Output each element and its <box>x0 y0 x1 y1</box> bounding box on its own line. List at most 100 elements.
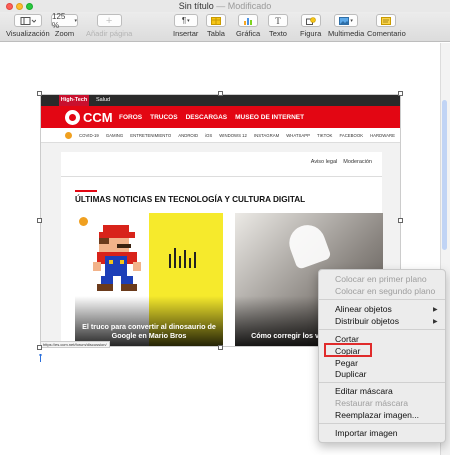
site-main-nav: FOROS TRUCOS DESCARGAS MUSEO DE INTERNET <box>119 106 304 128</box>
menu-separator <box>319 329 445 330</box>
menu-item-reset-mask[interactable]: Restaurar máscara <box>335 398 408 408</box>
subnav-item: WINDOWS 12 <box>219 132 247 138</box>
add-page-label: Añadir página <box>86 29 133 38</box>
media-icon <box>339 16 350 25</box>
toolbar: Visualización 125 % ▾ Zoom + Añadir págin… <box>0 12 450 42</box>
zoom-label: Zoom <box>54 29 75 38</box>
chart-label: Gráfica <box>236 29 261 38</box>
subnav-item: TIKTOK <box>316 132 333 138</box>
pencil-icon <box>79 217 88 226</box>
pencil-icon <box>65 131 72 139</box>
menu-item-align[interactable]: Alinear objetos <box>335 304 392 314</box>
selection-handle[interactable] <box>398 218 403 223</box>
subnav-item: iOS <box>205 132 213 138</box>
subnav-item: FACEBOOK <box>339 132 364 138</box>
insert-button[interactable]: ¶ ▾ <box>173 14 198 27</box>
subnav-item: ENTRETENIMIENTO <box>130 132 172 138</box>
window-title: Sin título — Modificado <box>0 1 450 11</box>
zoom-select[interactable]: 125 % ▾ <box>51 11 78 30</box>
insert-label: Insertar <box>173 29 199 38</box>
chevron-down-icon: ▾ <box>187 17 190 24</box>
nav-trucos: TRUCOS <box>150 113 178 121</box>
comment-icon <box>381 16 392 25</box>
subnav-item: GAMING <box>105 132 124 138</box>
subnav-item: INSTAGRAM <box>253 132 280 138</box>
legal-links: Aviso legal Moderación <box>311 159 372 165</box>
add-page-control[interactable]: + Añadir página <box>86 14 132 38</box>
nav-descargas: DESCARGAS <box>185 113 228 121</box>
nav-hightech: High-Tech <box>59 95 89 106</box>
menu-item-send-back[interactable]: Colocar en segundo plano <box>335 286 435 296</box>
view-button[interactable] <box>13 14 42 27</box>
link-url-tooltip: https://es.ccm.net/forum/discussion/ <box>40 341 110 348</box>
chart-button[interactable] <box>238 14 259 27</box>
table-button[interactable] <box>206 14 226 27</box>
chevron-down-icon: ▾ <box>350 17 353 24</box>
menu-item-import-image[interactable]: Importar imagen <box>335 428 398 438</box>
insert-control[interactable]: ¶ ▾ Insertar <box>173 14 198 38</box>
media-control[interactable]: ▾ Multimedia <box>328 14 364 38</box>
site-sub-nav: COVID-19 GAMING ENTRETENIMIENTO ANDROID … <box>41 128 400 143</box>
view-label: Visualización <box>6 29 50 38</box>
media-button[interactable]: ▾ <box>334 14 359 27</box>
menu-item-bring-front[interactable]: Colocar en primer plano <box>335 274 427 284</box>
comment-control[interactable]: Comentario <box>367 14 406 38</box>
nav-salud: Salud <box>96 97 111 103</box>
window-titlebar: Sin título — Modificado <box>0 0 450 12</box>
submenu-arrow-icon: ▶ <box>433 307 438 313</box>
submenu-arrow-icon: ▶ <box>433 319 438 325</box>
text-icon: T <box>275 15 281 26</box>
scrollbar-thumb[interactable] <box>442 100 447 250</box>
chart-icon <box>244 17 253 25</box>
news-heading: ÚLTIMAS NOTICIAS EN TECNOLOGÍA Y CULTURA… <box>75 195 306 204</box>
snapchat-heart-icon <box>284 220 332 270</box>
paragraph-icon: ¶ <box>181 16 187 25</box>
chevron-down-icon: ▾ <box>74 17 77 24</box>
selection-handle[interactable] <box>37 218 42 223</box>
menu-item-duplicate[interactable]: Duplicar <box>335 369 367 379</box>
text-control[interactable]: T Texto <box>268 14 288 38</box>
zoom-control[interactable]: 125 % ▾ Zoom <box>51 11 78 38</box>
table-control[interactable]: Tabla <box>206 14 226 38</box>
copy-highlight-box <box>324 343 372 357</box>
menu-separator <box>319 299 445 300</box>
add-page-button[interactable]: + <box>96 14 122 27</box>
menu-item-replace-image[interactable]: Reemplazar imagen... <box>335 410 419 420</box>
comment-label: Comentario <box>367 29 406 38</box>
menu-item-paste[interactable]: Pegar <box>335 358 358 368</box>
menu-separator <box>319 423 445 424</box>
site-logo: CCM <box>83 110 113 125</box>
comment-button[interactable] <box>376 14 397 27</box>
legal-link: Aviso legal <box>310 159 338 165</box>
site-header: CCM FOROS TRUCOS DESCARGAS MUSEO DE INTE… <box>41 106 400 128</box>
menu-separator <box>319 382 445 383</box>
view-control[interactable]: Visualización <box>6 14 50 38</box>
nav-foros: FOROS <box>119 113 143 121</box>
text-cursor-icon <box>39 354 42 362</box>
divider <box>61 176 382 177</box>
selection-handle[interactable] <box>398 91 403 96</box>
shape-button[interactable] <box>300 14 321 27</box>
selection-handle[interactable] <box>218 345 223 350</box>
menu-item-distribute[interactable]: Distribuir objetos <box>335 316 399 326</box>
chart-control[interactable]: Gráfica <box>236 14 260 38</box>
news-card-title: El truco para convertir al dinosaurio de… <box>82 322 216 340</box>
table-label: Tabla <box>207 29 225 38</box>
selection-handle[interactable] <box>37 91 42 96</box>
subnav-item: HARDWARE <box>370 132 395 138</box>
document-status: Modificado <box>227 1 272 11</box>
mario-sprite-icon <box>93 225 141 291</box>
title-separator: — <box>216 1 226 11</box>
heading-accent <box>75 190 97 192</box>
selection-handle[interactable] <box>218 91 223 96</box>
selection-handle[interactable] <box>37 345 42 350</box>
table-icon <box>211 16 221 25</box>
site-top-nav: High-Tech Salud <box>41 95 400 106</box>
zoom-value: 125 % <box>52 11 66 30</box>
menu-item-edit-mask[interactable]: Editar máscara <box>335 386 393 396</box>
text-label: Texto <box>269 29 287 38</box>
document-title: Sin título <box>178 1 214 11</box>
media-label: Multimedia <box>328 29 365 38</box>
shape-control[interactable]: Figura <box>300 14 321 38</box>
text-button[interactable]: T <box>268 14 288 27</box>
